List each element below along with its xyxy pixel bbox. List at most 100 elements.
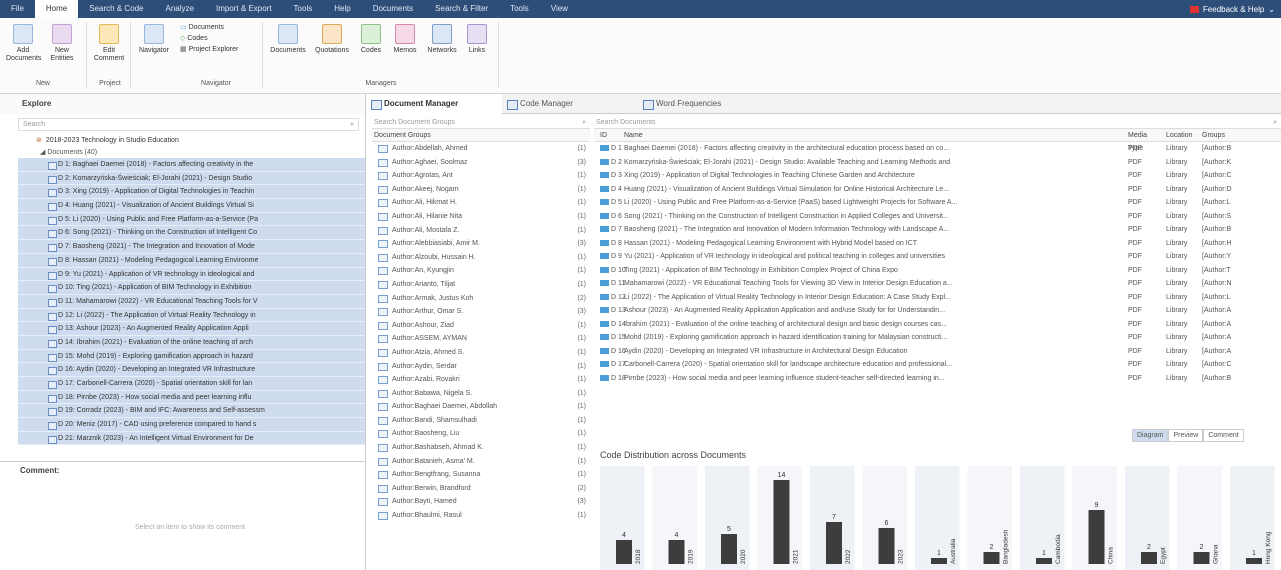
table-row[interactable]: D 10 Ting (2021) - Application of BIM Tec… [594,264,1281,278]
group-row[interactable]: Author:Ali, Mostafa Z. (1) [372,224,590,238]
group-row[interactable]: Author:Atzia, Ahmed S. (1) [372,346,590,360]
chart-bar[interactable] [1036,558,1052,564]
table-row[interactable]: D 7 Baosheng (2021) - The Integration and… [594,223,1281,237]
tab-import-export[interactable]: Import & Export [205,0,283,18]
group-row[interactable]: Author:ASSEM, AYMAN (1) [372,332,590,346]
chart-bar[interactable] [1193,552,1210,564]
document-item[interactable]: D 16: Aydin (2020) - Developing an Integ… [18,363,365,377]
documents-node[interactable]: ◢ Documents (40) [0,147,365,158]
group-row[interactable]: Author:An, Kyungjin (1) [372,264,590,278]
table-row[interactable]: D 8 Hassan (2021) - Modeling Pedagogical … [594,237,1281,251]
document-item[interactable]: D 6: Song (2021) - Thinking on the Const… [18,226,365,241]
document-item[interactable]: D 21: Marznik (2023) - An Intelligent Vi… [18,431,365,446]
tab-search-code[interactable]: Search & Code [78,0,154,18]
col-groups[interactable]: Groups [1198,129,1281,141]
document-item[interactable]: D 15: Mohd (2019) - Exploring gamificati… [18,349,365,364]
tab-code-manager[interactable]: Code Manager [502,94,638,114]
table-row[interactable]: D 11 Mahamarowi (2022) - VR Educational T… [594,277,1281,291]
table-row[interactable]: D 14 Ibrahim (2021) - Evaluation of the o… [594,318,1281,332]
table-row[interactable]: D 15 Mohd (2019) - Exploring gamification… [594,331,1281,345]
tab-help[interactable]: Help [323,0,361,18]
tab-documents[interactable]: Documents [362,0,424,18]
chart-bar[interactable] [1141,552,1157,564]
group-row[interactable]: Author:Ali, Hikmat H. (1) [372,196,590,210]
table-row[interactable]: D 2 Komarzyńska-Świeściak; El-Jorahi (202… [594,156,1281,170]
feedback-button[interactable]: Feedback & Help ⌄ [1189,0,1281,18]
table-row[interactable]: D 13 Ashour (2023) - An Augmented Reality… [594,304,1281,318]
preview-button[interactable]: Preview [1168,429,1204,442]
nav-codes[interactable]: ◇ Codes [180,33,260,44]
explore-search-input[interactable]: Search ⌕ [18,118,359,131]
group-row[interactable]: Author:Azabi, Rovakri (1) [372,373,590,387]
tab-home[interactable]: Home [34,0,79,18]
group-row[interactable]: Author:Baosheng, Liu (1) [372,427,590,441]
group-row[interactable]: Author:Berwin, Brandford (2) [372,482,590,496]
chart-bar[interactable] [983,552,1000,564]
table-row[interactable]: D 12 Li (2022) - The Application of Virtu… [594,291,1281,305]
comment-button[interactable]: Comment [1203,429,1244,442]
documents-search-input[interactable]: Search Documents ⌕ [594,116,1281,129]
table-row[interactable]: D 3 Xing (2019) - Application of Digital … [594,169,1281,183]
table-row[interactable]: D 18 Pirnbe (2023) - How social media and… [594,372,1281,386]
manager-documents-button[interactable]: Documents [266,24,310,55]
group-row[interactable]: Author:Bandi, Shamsulhadi (1) [372,414,590,428]
chart-bar[interactable] [668,540,685,564]
group-row[interactable]: Author:Arianto, Tiljat (1) [372,278,590,292]
table-row[interactable]: D 1 Baghaei Daemei (2018) - Factors affec… [594,142,1281,156]
group-row[interactable]: Author:Aghaei, Soolmaz (3) [372,156,590,170]
chart-bar[interactable] [1246,558,1262,564]
col-location[interactable]: Location [1162,129,1198,141]
group-row[interactable]: Author:Bashabseh, Ahmad K. (1) [372,441,590,455]
col-media-type[interactable]: Media Type [1124,129,1162,152]
edit-comment-button[interactable]: Edit Comment [92,24,126,63]
tab-analyze[interactable]: Analyze [155,0,205,18]
group-row[interactable]: Author:Akeej, Nogam (1) [372,183,590,197]
group-row[interactable]: Author:Armak, Justus Koh (2) [372,292,590,306]
tab-search-filter[interactable]: Search & Filter [424,0,499,18]
chart-bar[interactable] [878,528,895,564]
document-item[interactable]: D 13: Ashour (2023) - An Augmented Reali… [18,322,365,336]
tab-tools-2[interactable]: Tools [499,0,540,18]
col-name[interactable]: Name [624,129,1124,141]
group-row[interactable]: Author:Arthur, Omar S. (3) [372,305,590,319]
group-row[interactable]: Author:Alzoubi, Hussain H. (1) [372,251,590,265]
manager-networks-button[interactable]: Networks [422,24,462,55]
document-item[interactable]: D 7: Baosheng (2021) - The Integration a… [18,240,365,254]
nav-project-explorer[interactable]: ▦ Project Explorer [180,44,260,55]
tab-view[interactable]: View [540,0,579,18]
groups-search-input[interactable]: Search Document Groups ⌕ [372,116,590,129]
chart-bar[interactable] [826,522,842,564]
chart-bar[interactable] [1088,510,1105,564]
navigator-button[interactable]: Navigator [134,24,174,55]
chart-bar[interactable] [616,540,632,564]
group-row[interactable]: Author:Ashour, Ziad (1) [372,319,590,333]
table-row[interactable]: D 5 Li (2020) - Using Public and Free Pla… [594,196,1281,210]
group-row[interactable]: Author:Aydin, Serdar (1) [372,360,590,374]
chart-bar[interactable] [931,558,947,564]
group-row[interactable]: Author:Babawa, Nigela S. (1) [372,387,590,401]
group-row[interactable]: Author:Agrotas, Ant (1) [372,169,590,183]
document-item[interactable]: D 2: Komarzyńska-Świeściak; El-Jorahi (2… [18,171,365,186]
document-item[interactable]: D 12: Li (2022) - The Application of Vir… [18,308,365,323]
document-item[interactable]: D 18: Pirnbe (2023) - How social media a… [18,390,365,405]
document-item[interactable]: D 4: Huang (2021) - Visualization of Anc… [18,199,365,213]
new-entities-button[interactable]: New Entities [44,24,80,63]
group-row[interactable]: Author:Ali, Hilanie Nita (1) [372,210,590,224]
table-row[interactable]: D 4 Huang (2021) - Visualization of Ancie… [594,183,1281,197]
document-item[interactable]: D 3: Xing (2019) - Application of Digita… [18,185,365,200]
table-row[interactable]: D 16 Aydin (2020) - Developing an Integra… [594,345,1281,359]
manager-links-button[interactable]: Links [462,24,492,55]
tab-tools[interactable]: Tools [283,0,324,18]
document-item[interactable]: D 17: Carbonell-Carrera (2020) - Spatial… [18,377,365,391]
add-documents-button[interactable]: Add Documents [6,24,41,63]
diagram-button[interactable]: Diagram [1132,429,1169,442]
document-item[interactable]: D 5: Li (2020) - Using Public and Free P… [18,212,365,227]
chart-bar[interactable] [773,480,790,564]
document-item[interactable]: D 9: Yu (2021) - Application of VR techn… [18,267,365,282]
document-item[interactable]: D 11: Mahamarowi (2022) - VR Educational… [18,294,365,309]
group-row[interactable]: Author:Bayti, Hamed (3) [372,495,590,509]
nav-documents[interactable]: ▭ Documents [180,22,260,33]
tab-file[interactable]: File [0,0,35,18]
project-node[interactable]: ⊛ 2018-2023 Technology in Studio Educatio… [0,135,365,147]
manager-codes-button[interactable]: Codes [354,24,388,55]
